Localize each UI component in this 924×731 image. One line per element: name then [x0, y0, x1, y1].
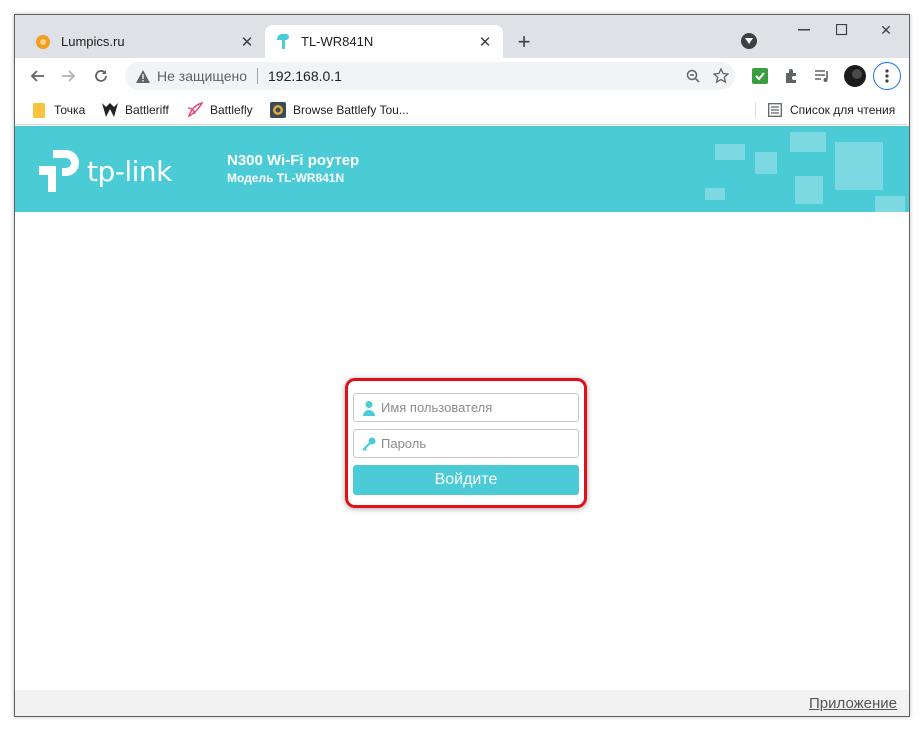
tab-title: TL-WR841N — [301, 34, 374, 49]
bookmark-battleriff[interactable]: Battleriff — [102, 100, 169, 120]
close-window-icon[interactable]: ✕ — [865, 15, 907, 45]
reading-list-button[interactable]: Список для чтения — [767, 100, 895, 120]
app-link[interactable]: Приложение — [809, 695, 897, 712]
bookmark-battlefy[interactable]: Browse Battlefy Tou... — [270, 100, 409, 120]
user-icon — [362, 400, 376, 416]
header-decoration — [795, 176, 823, 204]
back-icon[interactable] — [23, 62, 51, 90]
page-footer: Приложение — [15, 690, 909, 716]
extensions-puzzle-icon[interactable] — [777, 62, 805, 90]
forward-icon[interactable] — [55, 62, 83, 90]
bookmarks-bar: Точка Battleriff Battlefly Browse Battle… — [15, 94, 909, 125]
reading-list-icon — [767, 102, 783, 118]
lumpics-favicon-icon — [35, 34, 51, 50]
close-tab-icon[interactable]: ✕ — [235, 30, 259, 54]
tab-tl-wr841n[interactable]: TL-WR841N ✕ — [265, 25, 503, 58]
header-decoration — [835, 142, 883, 190]
zoom-icon[interactable] — [679, 62, 707, 90]
browser-window: Lumpics.ru ✕ TL-WR841N ✕ + ✕ Не защищено… — [14, 14, 910, 717]
tplink-logo-icon — [39, 150, 79, 192]
bookmark-label: Browse Battlefy Tou... — [293, 103, 409, 117]
bookmarks-divider — [755, 102, 756, 118]
close-tab-icon[interactable]: ✕ — [473, 30, 497, 54]
address-bar[interactable]: Не защищено 192.168.0.1 — [125, 62, 735, 90]
password-input[interactable] — [381, 436, 578, 451]
extension-check-icon[interactable] — [746, 62, 774, 90]
menu-dots-icon[interactable] — [873, 62, 901, 90]
tplink-favicon-icon — [275, 33, 291, 50]
tab-lumpics[interactable]: Lumpics.ru ✕ — [25, 25, 265, 58]
username-input[interactable] — [381, 400, 578, 415]
divider — [257, 68, 258, 84]
header-decoration — [755, 152, 777, 174]
battlefly-icon — [187, 102, 203, 118]
maximize-icon[interactable] — [821, 15, 863, 45]
password-field[interactable] — [353, 429, 579, 458]
url-text[interactable]: 192.168.0.1 — [268, 68, 679, 84]
header-decoration — [705, 188, 725, 200]
bookmark-label: Battleriff — [125, 103, 169, 117]
bookmark-label: Точка — [54, 103, 86, 117]
model-line: Модель TL-WR841N — [227, 171, 345, 185]
tab-title: Lumpics.ru — [61, 34, 125, 49]
router-login-page: tp-link N300 Wi-Fi роутер Модель TL-WR84… — [15, 126, 909, 716]
tab-strip: Lumpics.ru ✕ TL-WR841N ✕ + ✕ — [15, 15, 909, 58]
battlefy-icon — [270, 102, 286, 118]
header-decoration — [875, 196, 905, 212]
bookmark-battlefly[interactable]: Battlefly — [187, 100, 253, 120]
page-header: tp-link N300 Wi-Fi роутер Модель TL-WR84… — [15, 126, 909, 212]
product-title: N300 Wi-Fi роутер — [227, 152, 360, 169]
minimize-icon[interactable] — [783, 15, 825, 45]
reading-list-label: Список для чтения — [790, 103, 896, 117]
tab-search-icon[interactable] — [741, 33, 757, 49]
reload-icon[interactable] — [87, 62, 115, 90]
browser-toolbar: Не защищено 192.168.0.1 — [15, 58, 909, 94]
battleriff-icon — [102, 102, 118, 118]
brand-name: tp-link — [87, 154, 172, 188]
folder-icon — [31, 102, 47, 118]
key-icon — [362, 436, 376, 452]
header-decoration — [715, 144, 745, 160]
header-decoration — [790, 132, 826, 152]
new-tab-icon[interactable]: + — [511, 29, 537, 55]
warning-icon[interactable] — [135, 68, 151, 84]
bookmark-label: Battlefly — [210, 103, 253, 117]
login-button[interactable]: Войдите — [353, 465, 579, 495]
tplink-logo: tp-link — [39, 150, 172, 192]
bookmark-tochka[interactable]: Точка — [31, 100, 85, 120]
username-field[interactable] — [353, 393, 579, 422]
security-status[interactable]: Не защищено — [157, 68, 247, 84]
profile-avatar-icon[interactable] — [841, 62, 869, 90]
bookmark-star-icon[interactable] — [707, 62, 735, 90]
media-control-icon[interactable] — [808, 62, 836, 90]
